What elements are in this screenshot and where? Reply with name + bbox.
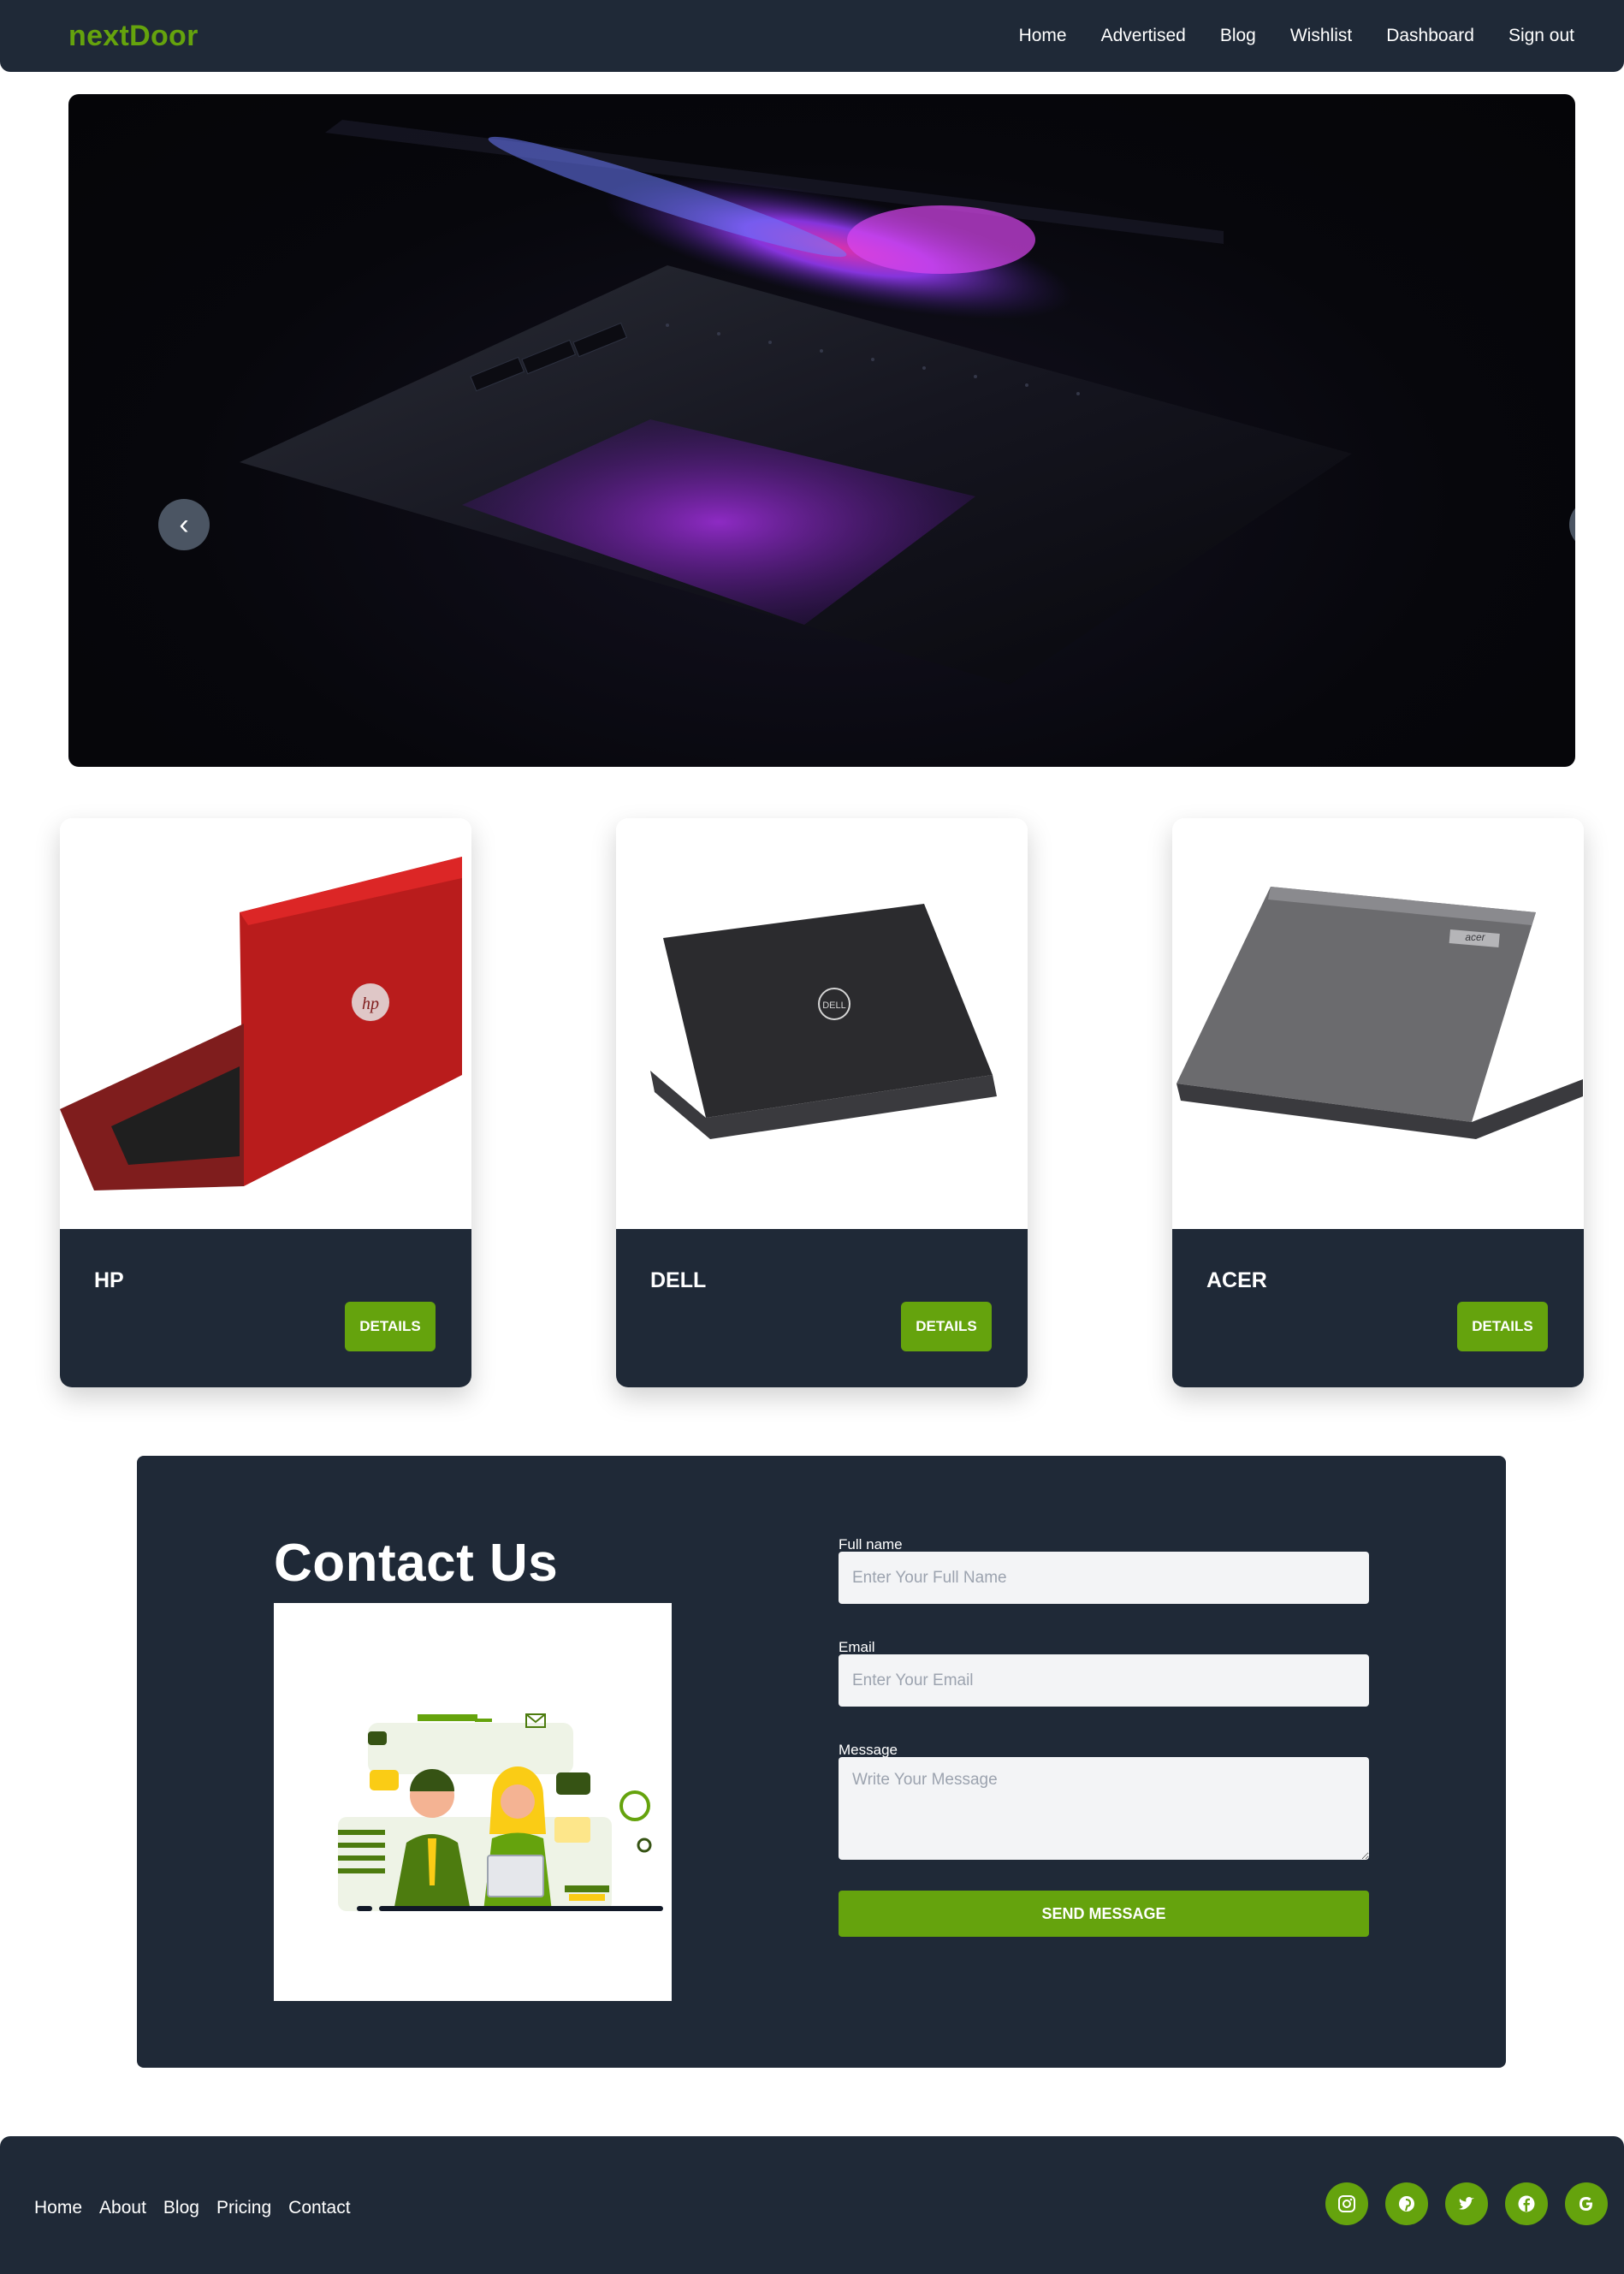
message-textarea[interactable] (839, 1757, 1369, 1860)
card-title: ACER (1206, 1268, 1267, 1292)
hero-laptop-image (240, 120, 1352, 685)
footer-link-home[interactable]: Home (34, 2198, 82, 2218)
nav-link-blog[interactable]: Blog (1220, 26, 1256, 46)
twitter-icon[interactable] (1445, 2182, 1488, 2225)
nav-link-sign-out[interactable]: Sign out (1508, 26, 1574, 46)
svg-text:DELL: DELL (822, 1000, 846, 1011)
card-footer: ACER DETAILS (1172, 1229, 1584, 1387)
svg-text:acer: acer (1465, 931, 1485, 943)
pinterest-icon[interactable] (1385, 2182, 1428, 2225)
product-card-acer: acer ACER DETAILS (1172, 818, 1584, 1387)
full-name-input[interactable] (839, 1552, 1369, 1604)
carousel-prev-button[interactable]: ‹ (158, 499, 210, 550)
customer-support-illustration (274, 1603, 672, 2001)
footer: Home About Blog Pricing Contact (0, 2136, 1624, 2274)
social-links (1325, 2182, 1608, 2225)
contact-section: Contact Us Full name Enter Your Full Nam… (137, 1456, 1506, 2068)
card-footer: HP DETAILS (60, 1229, 471, 1387)
name-label: Full name (839, 1536, 903, 1553)
facebook-icon[interactable] (1505, 2182, 1548, 2225)
hero-carousel: ‹ › (68, 94, 1575, 767)
product-image-hp: hp (60, 818, 471, 1229)
instagram-icon[interactable] (1325, 2182, 1368, 2225)
details-button-acer[interactable]: DETAILS (1457, 1302, 1548, 1351)
google-icon[interactable] (1565, 2182, 1608, 2225)
nav-links: Home Advertised Blog Wishlist Dashboard … (1019, 26, 1574, 46)
card-title: DELL (650, 1268, 707, 1292)
email-input[interactable] (839, 1654, 1369, 1707)
nav-link-dashboard[interactable]: Dashboard (1386, 26, 1474, 46)
email-label: Email (839, 1639, 875, 1655)
brand-logo[interactable]: nextDoor (68, 20, 199, 53)
svg-text:hp: hp (362, 995, 379, 1013)
product-image-dell: DELL (616, 818, 1028, 1229)
product-card-hp: hp HP DETAILS (60, 818, 471, 1387)
product-card-dell: DELL DELL DETAILS (616, 818, 1028, 1387)
send-message-button[interactable]: SEND MESSAGE (839, 1891, 1369, 1937)
footer-link-pricing[interactable]: Pricing (216, 2198, 271, 2218)
details-button-dell[interactable]: DETAILS (901, 1302, 992, 1351)
product-image-acer: acer (1172, 818, 1584, 1229)
navbar: nextDoor Home Advertised Blog Wishlist D… (0, 0, 1624, 72)
card-footer: DELL DETAILS (616, 1229, 1028, 1387)
details-button-hp[interactable]: DETAILS (345, 1302, 436, 1351)
footer-link-blog[interactable]: Blog (163, 2198, 199, 2218)
footer-links: Home About Blog Pricing Contact (34, 2198, 351, 2218)
footer-link-about[interactable]: About (99, 2198, 146, 2218)
card-title: HP (94, 1268, 124, 1292)
contact-title: Contact Us (274, 1534, 559, 1593)
footer-link-contact[interactable]: Contact (288, 2198, 350, 2218)
nav-link-wishlist[interactable]: Wishlist (1290, 26, 1352, 46)
nav-link-advertised[interactable]: Advertised (1101, 26, 1186, 46)
message-label: Message (839, 1742, 898, 1758)
nav-link-home[interactable]: Home (1019, 26, 1067, 46)
